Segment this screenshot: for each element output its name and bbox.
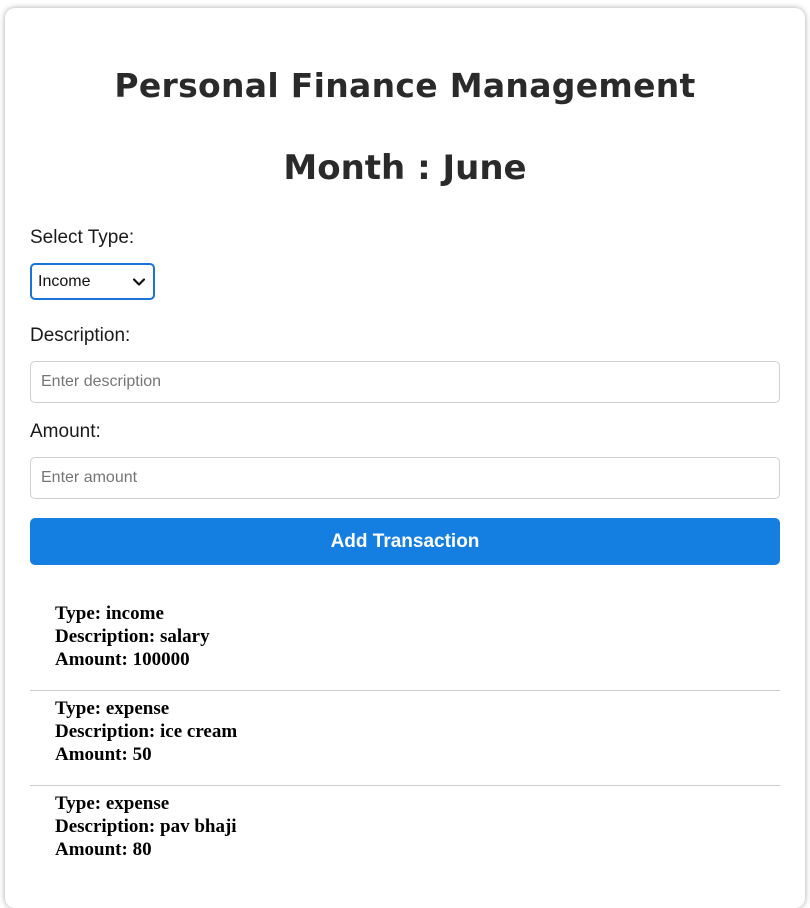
transaction-type: Type: expense (55, 698, 170, 719)
transaction-type: Type: income (55, 603, 164, 624)
transaction-description: Description: pav bhaji (55, 816, 237, 837)
type-label: Select Type: (30, 227, 135, 248)
transaction-item: Type: expense Description: pav bhaji Amo… (30, 786, 780, 881)
chevron-down-icon (132, 275, 146, 289)
page-title: Personal Finance Management (114, 66, 696, 105)
transaction-description: Description: ice cream (55, 721, 238, 742)
type-select-value: Income (38, 272, 91, 290)
finance-card: Personal Finance Management Month : June… (5, 8, 805, 908)
transaction-item: Type: income Description: salary Amount:… (30, 596, 780, 691)
add-transaction-button[interactable]: Add Transaction (30, 518, 780, 565)
amount-input[interactable] (30, 457, 780, 499)
transaction-amount: Amount: 100000 (55, 649, 190, 670)
description-label: Description: (30, 325, 131, 346)
transaction-description: Description: salary (55, 626, 210, 647)
type-select[interactable]: Income (30, 263, 155, 300)
transaction-item: Type: expense Description: ice cream Amo… (30, 691, 780, 786)
transaction-type: Type: expense (55, 793, 170, 814)
amount-label: Amount: (30, 421, 101, 442)
transaction-list: Type: income Description: salary Amount:… (30, 596, 780, 881)
month-heading: Month : June (283, 148, 527, 188)
description-input[interactable] (30, 361, 780, 403)
transaction-amount: Amount: 50 (55, 744, 152, 765)
transaction-amount: Amount: 80 (55, 839, 152, 860)
